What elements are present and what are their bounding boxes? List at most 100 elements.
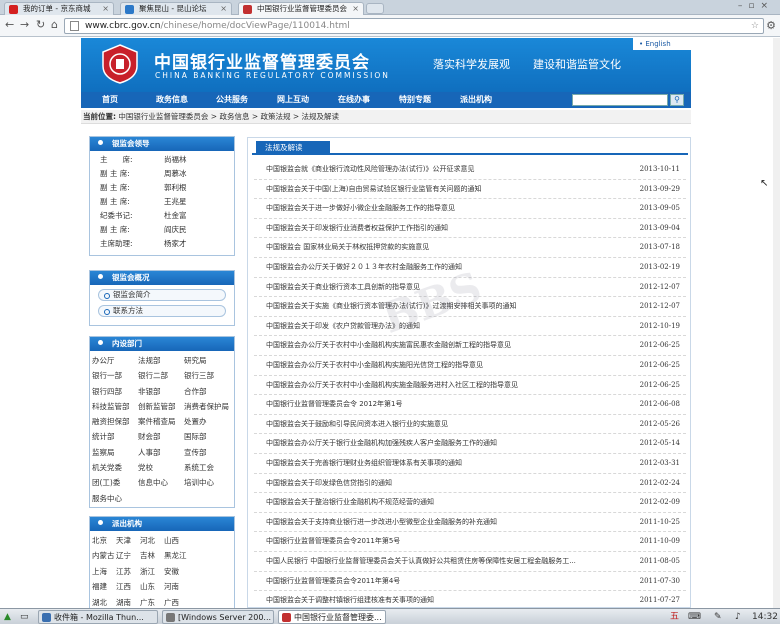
list-item[interactable]: 中国银监会办公厅关于农村中小金融机构实施金融服务进村入社区工程的指导意见2012… [254,376,686,396]
department-link[interactable]: 银行四部 [92,384,138,399]
branch-link[interactable]: 湖南 [116,595,140,608]
search-input[interactable] [572,94,668,106]
list-item[interactable]: 中国银监会办公厅关于农村中小金融机构实施阳光信贷工程的指导意见2012-06-2… [254,356,686,376]
department-link[interactable]: 培训中心 [184,475,234,490]
page-scrollbar[interactable] [773,38,780,608]
department-link[interactable]: 科技监管部 [92,399,138,414]
branch-link[interactable]: 湖北 [92,595,116,608]
input-method-icon[interactable]: 五 [670,610,679,624]
show-desktop-icon[interactable]: ▭ [20,610,29,624]
list-item[interactable]: 中国银行业监督管理委员会令2011年第4号2011-07-30 [254,572,686,592]
branch-link[interactable]: 浙江 [140,564,164,579]
list-item[interactable]: 中国银监会就《商业银行流动性风险管理办法(试行)》公开征求意见2013-10-1… [254,160,686,180]
tab-regulations[interactable]: 法规及解读 [256,141,330,155]
menu-online-interaction[interactable]: 网上互动 [277,92,309,108]
department-link[interactable]: 研究局 [184,353,234,368]
department-link[interactable]: 人事部 [138,445,184,460]
back-icon[interactable]: ← [5,19,14,31]
taskbar-item-thunderbird[interactable]: 收件箱 - Mozilla Thun... [38,610,158,624]
list-item[interactable]: 中国银监会关于调整村镇银行组建核准有关事项的通知2011-07-27 [254,591,686,607]
list-item[interactable]: 中国银监会关于印发《农户贷款管理办法》的通知2012-10-19 [254,317,686,337]
branch-link[interactable]: 江苏 [116,564,140,579]
list-item[interactable]: 中国银监会关于中国(上海)自由贸易试验区银行业监管有关问题的通知2013-09-… [254,180,686,200]
list-item[interactable]: 中国银监会办公厅关于农村中小金融机构实施富民惠农金融创新工程的指导意见2012-… [254,336,686,356]
network-icon[interactable]: ✎ [714,610,722,624]
list-item[interactable]: 中国银监会关于商业银行资本工具创新的指导意见2012-12-07 [254,278,686,298]
cbrc-intro-button[interactable]: 银监会简介 [98,289,226,301]
keyboard-icon[interactable]: ⌨ [688,610,701,624]
branch-link[interactable]: 江西 [116,579,140,594]
window-controls[interactable]: –▫× [738,1,774,11]
branch-link[interactable]: 福建 [92,579,116,594]
search-icon[interactable]: ⚲ [670,94,684,106]
list-item[interactable]: 中国银监会关于印发银行业消费者权益保护工作指引的通知2013-09-04 [254,219,686,239]
branch-link[interactable]: 辽宁 [116,548,140,563]
taskbar-item-browser[interactable]: 中国银行业监督管理委... [278,610,386,624]
department-link[interactable]: 处置办 [184,414,234,429]
department-link[interactable]: 银行一部 [92,368,138,383]
department-link[interactable]: 银行二部 [138,368,184,383]
department-link[interactable]: 机关党委 [92,460,138,475]
bookmark-star-icon[interactable]: ☆ [751,19,759,33]
volume-icon[interactable]: ♪ [735,610,741,624]
menu-government-info[interactable]: 政务信息 [156,92,188,108]
list-item[interactable]: 中国银行业监督管理委员会令 2012年第1号2012-06-08 [254,395,686,415]
department-link[interactable]: 合作部 [184,384,234,399]
branch-link[interactable]: 广东 [140,595,164,608]
branch-link[interactable]: 广西 [164,595,188,608]
department-link[interactable]: 案件稽查局 [138,414,184,429]
department-link[interactable]: 服务中心 [92,491,138,506]
department-link[interactable]: 法规部 [138,353,184,368]
department-link[interactable]: 融资担保部 [92,414,138,429]
menu-public-service[interactable]: 公共服务 [216,92,248,108]
start-menu-icon[interactable]: ▲ [4,610,11,624]
close-icon[interactable]: × [352,3,359,15]
branch-link[interactable]: 内蒙古 [92,548,116,563]
home-icon[interactable]: ⌂ [51,19,58,31]
browser-tab-cbrc[interactable]: 中国银行业监督管理委员会 × [238,2,364,15]
department-link[interactable]: 监察局 [92,445,138,460]
english-link[interactable]: • English [633,38,691,50]
branch-link[interactable]: 河北 [140,533,164,548]
close-icon[interactable]: × [220,3,227,15]
list-item[interactable]: 中国银监会 国家林业局关于林权抵押贷款的实施意见2013-07-18 [254,238,686,258]
branch-link[interactable]: 山东 [140,579,164,594]
branch-link[interactable]: 安徽 [164,564,188,579]
address-bar[interactable]: www.cbrc.gov.cn/chinese/home/docViewPage… [64,18,764,34]
department-link[interactable]: 财会部 [138,429,184,444]
department-link[interactable]: 统计部 [92,429,138,444]
list-item[interactable]: 中国人民银行 中国银行业监督管理委员会关于认真做好公共租赁住房等保障性安居工程金… [254,552,686,572]
list-item[interactable]: 中国银监会关于整治银行业金融机构不规范经营的通知2012-02-09 [254,493,686,513]
branch-link[interactable]: 吉林 [140,548,164,563]
department-link[interactable]: 信息中心 [138,475,184,490]
reload-icon[interactable]: ↻ [36,19,45,31]
branch-link[interactable]: 山西 [164,533,188,548]
department-link[interactable]: 国际部 [184,429,234,444]
close-icon[interactable]: × [102,3,109,15]
branch-link[interactable]: 河南 [164,579,188,594]
department-link[interactable]: 系统工会 [184,460,234,475]
department-link[interactable]: 宣传部 [184,445,234,460]
department-link[interactable]: 党校 [138,460,184,475]
department-link[interactable]: 创新监管部 [138,399,184,414]
branch-link[interactable]: 天津 [116,533,140,548]
branch-link[interactable]: 北京 [92,533,116,548]
list-item[interactable]: 中国银监会关于进一步做好小微企业金融服务工作的指导意见2013-09-05 [254,199,686,219]
menu-home[interactable]: 首页 [102,92,118,108]
department-link[interactable]: 非银部 [138,384,184,399]
forward-icon[interactable]: → [20,19,29,31]
department-link[interactable]: 团(工)委 [92,475,138,490]
list-item[interactable]: 中国银监会关于鼓励和引导民间资本进入银行业的实施意见2012-05-26 [254,415,686,435]
taskbar-item-windows-server[interactable]: [Windows Server 200... [162,610,274,624]
wrench-icon[interactable]: ⚙ [766,19,776,32]
department-link[interactable]: 办公厅 [92,353,138,368]
list-item[interactable]: 中国银监会关于支持商业银行进一步改进小型微型企业金融服务的补充通知2011-10… [254,513,686,533]
list-item[interactable]: 中国银行业监督管理委员会令2011年第5号2011-10-09 [254,532,686,552]
menu-branches[interactable]: 派出机构 [460,92,492,108]
list-item[interactable]: 中国银监会办公厅关于做好２０１３年农村金融服务工作的通知2013-02-19 [254,258,686,278]
list-item[interactable]: 中国银监会关于印发绿色信贷指引的通知2012-02-24 [254,474,686,494]
browser-tab-jd[interactable]: 我的订单 - 京东商城 × [4,2,114,15]
browser-tab-kunshan[interactable]: 聚焦昆山 - 昆山论坛 × [120,2,232,15]
new-tab-button[interactable] [366,3,384,14]
list-item[interactable]: 中国银监会关于实施《商业银行资本管理办法(试行)》过渡期安排相关事项的通知201… [254,297,686,317]
